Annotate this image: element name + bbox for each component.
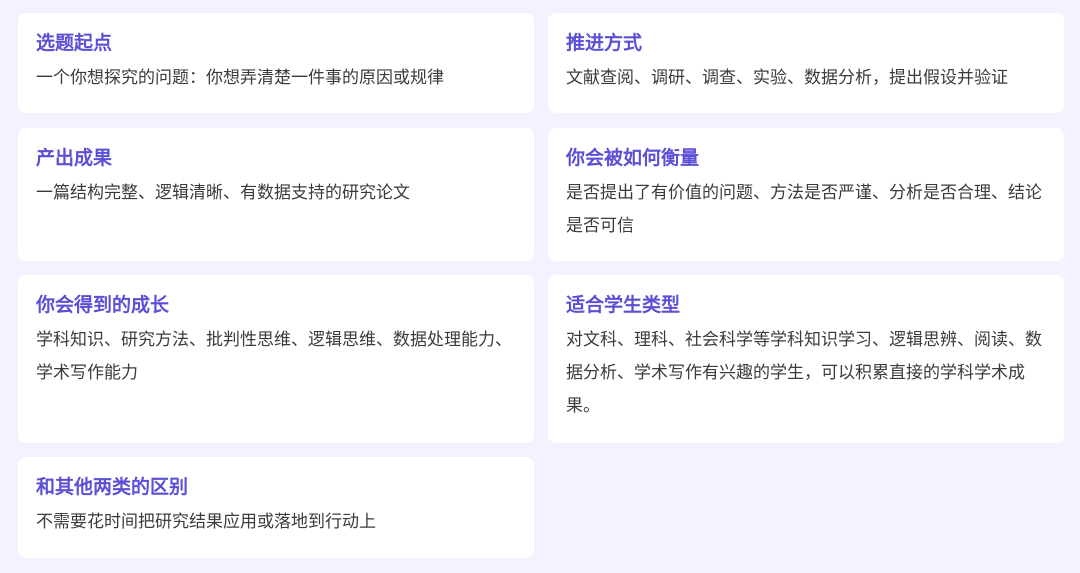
card-text: 不需要花时间把研究结果应用或落地到行动上 — [36, 512, 376, 532]
card-text: 文献查阅、调研、调查、实验、数据分析，提出假设并验证 — [566, 68, 1008, 88]
card-title: 产出成果 — [36, 147, 113, 169]
card-text: 一个你想探究的问题：你想弄清楚一件事的原因或规律 — [36, 68, 444, 88]
card-evaluation: 你会被如何衡量 是否提出了有价值的问题、方法是否严谨、分析是否合理、结论是否可信 — [548, 128, 1064, 261]
card-text: 学科知识、研究方法、批判性思维、逻辑思维、数据处理能力、学术写作能力 — [36, 330, 512, 383]
card-growth: 你会得到的成长 学科知识、研究方法、批判性思维、逻辑思维、数据处理能力、学术写作… — [18, 275, 534, 443]
card-title: 和其他两类的区别 — [36, 476, 189, 498]
card-text: 一篇结构完整、逻辑清晰、有数据支持的研究论文 — [36, 183, 410, 203]
card-output: 产出成果 一篇结构完整、逻辑清晰、有数据支持的研究论文 — [18, 128, 534, 261]
card-title: 你会得到的成长 — [36, 294, 170, 316]
card-text: 是否提出了有价值的问题、方法是否严谨、分析是否合理、结论是否可信 — [566, 183, 1042, 236]
card-title: 你会被如何衡量 — [566, 147, 700, 169]
card-title: 推进方式 — [566, 32, 643, 54]
card-student-type: 适合学生类型 对文科、理科、社会科学等学科知识学习、逻辑思辨、阅读、数据分析、学… — [548, 275, 1064, 443]
card-topic-origin: 选题起点 一个你想探究的问题：你想弄清楚一件事的原因或规律 — [18, 13, 534, 113]
card-title: 选题起点 — [36, 32, 113, 54]
card-approach: 推进方式 文献查阅、调研、调查、实验、数据分析，提出假设并验证 — [548, 13, 1064, 113]
card-title: 适合学生类型 — [566, 294, 681, 316]
card-text: 对文科、理科、社会科学等学科知识学习、逻辑思辨、阅读、数据分析、学术写作有兴趣的… — [566, 330, 1042, 416]
card-difference: 和其他两类的区别 不需要花时间把研究结果应用或落地到行动上 — [18, 457, 534, 558]
